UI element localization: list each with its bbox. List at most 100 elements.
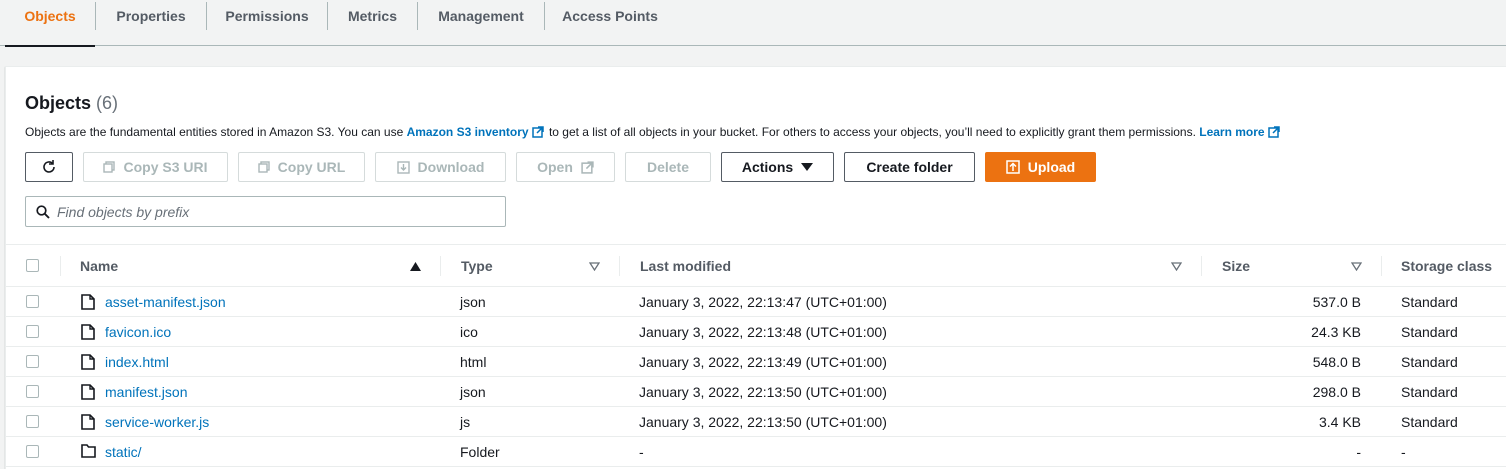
- tab-metrics[interactable]: Metrics: [328, 0, 417, 46]
- description-text-2: to get a list of all objects in your buc…: [545, 125, 1200, 139]
- table-row[interactable]: index.html html January 3, 2022, 22:13:49 …: [6, 347, 1506, 377]
- object-size: 3.4 KB: [1318, 414, 1361, 430]
- external-link-icon: [1267, 126, 1280, 138]
- object-type: Folder: [460, 444, 500, 460]
- search-box: [25, 196, 506, 227]
- object-name-link[interactable]: manifest.json: [105, 377, 187, 407]
- file-icon: [81, 324, 95, 343]
- objects-title: Objects: [25, 93, 92, 113]
- objects-panel: Objects (6) Objects are the fundamental …: [5, 66, 1506, 469]
- row-checkbox[interactable]: [26, 355, 39, 368]
- object-size: 24.3 KB: [1311, 324, 1361, 340]
- tab-properties[interactable]: Properties: [96, 0, 206, 46]
- table-row[interactable]: manifest.json json January 3, 2022, 22:13:…: [6, 377, 1506, 407]
- object-name-link[interactable]: favicon.ico: [105, 317, 171, 347]
- select-all-checkbox[interactable]: [26, 259, 39, 272]
- column-header-name[interactable]: Name: [80, 245, 118, 287]
- object-size: 537.0 B: [1312, 294, 1361, 310]
- external-link-icon: [581, 160, 594, 174]
- object-type: json: [460, 384, 486, 400]
- table-row[interactable]: static/Folder - - -: [6, 437, 1506, 467]
- object-name-link[interactable]: index.html: [105, 347, 169, 377]
- sort-ascending-icon[interactable]: [410, 245, 421, 287]
- copy-s3-uri-label: Copy S3 URI: [123, 159, 208, 175]
- refresh-button[interactable]: [25, 152, 73, 182]
- upload-label: Upload: [1027, 159, 1076, 175]
- table-header: Name Type Last modified Size Storage cla…: [6, 244, 1506, 287]
- column-divider: [440, 256, 441, 276]
- table-row[interactable]: service-worker.js js January 3, 2022, 22:1…: [6, 407, 1506, 437]
- sort-icon[interactable]: [1351, 245, 1362, 287]
- tab-objects[interactable]: Objects: [5, 0, 95, 47]
- tab-management[interactable]: Management: [418, 0, 544, 46]
- download-button[interactable]: Download: [375, 152, 506, 182]
- object-last-modified: January 3, 2022, 22:13:48 (UTC+01:00): [639, 324, 887, 340]
- object-last-modified: January 3, 2022, 22:13:50 (UTC+01:00): [639, 414, 887, 430]
- page-title: Objects (6): [25, 93, 118, 114]
- search-icon: [36, 205, 50, 219]
- table-row[interactable]: asset-manifest.json json January 3, 2022, …: [6, 287, 1506, 317]
- download-label: Download: [417, 159, 485, 175]
- actions-dropdown[interactable]: Actions: [721, 152, 834, 182]
- object-storage-class: Standard: [1401, 414, 1458, 430]
- tab-access-points[interactable]: Access Points: [545, 0, 675, 46]
- select-all-cell: [6, 245, 46, 287]
- sort-icon[interactable]: [1171, 245, 1182, 287]
- open-button[interactable]: Open: [516, 152, 615, 182]
- delete-label: Delete: [646, 159, 690, 175]
- file-icon: [81, 354, 95, 373]
- object-name-link[interactable]: service-worker.js: [105, 407, 209, 437]
- objects-description: Objects are the fundamental entities sto…: [25, 125, 1282, 139]
- refresh-icon: [43, 160, 55, 173]
- object-last-modified: January 3, 2022, 22:13:50 (UTC+01:00): [639, 384, 887, 400]
- object-name-link[interactable]: static/: [105, 437, 142, 467]
- upload-button[interactable]: Upload: [985, 152, 1096, 182]
- column-header-storage-class[interactable]: Storage class: [1401, 245, 1492, 287]
- object-type: html: [460, 354, 487, 370]
- create-folder-label: Create folder: [866, 159, 953, 175]
- file-icon: [81, 294, 95, 313]
- copy-s3-uri-button[interactable]: Copy S3 URI: [83, 152, 228, 182]
- objects-count: (6): [96, 93, 119, 113]
- object-size: 298.0 B: [1312, 384, 1361, 400]
- column-divider: [619, 256, 620, 276]
- column-header-last-modified[interactable]: Last modified: [640, 245, 731, 287]
- sort-icon[interactable]: [589, 245, 600, 287]
- s3-inventory-link[interactable]: Amazon S3 inventory: [407, 125, 529, 139]
- column-header-size[interactable]: Size: [1222, 245, 1250, 287]
- delete-button[interactable]: Delete: [625, 152, 711, 182]
- create-folder-button[interactable]: Create folder: [844, 152, 975, 182]
- object-type: json: [460, 294, 486, 310]
- tab-bar: Objects Properties Permissions Metrics M…: [0, 0, 1506, 47]
- object-storage-class: Standard: [1401, 294, 1458, 310]
- object-last-modified: -: [639, 444, 644, 460]
- object-name-link[interactable]: asset-manifest.json: [105, 287, 226, 317]
- file-icon: [81, 414, 95, 433]
- table-row[interactable]: favicon.ico ico January 3, 2022, 22:13:48 …: [6, 317, 1506, 347]
- row-checkbox[interactable]: [26, 385, 39, 398]
- learn-more-link[interactable]: Learn more: [1199, 125, 1264, 139]
- object-storage-class: Standard: [1401, 324, 1458, 340]
- copy-icon: [103, 161, 116, 173]
- copy-url-button[interactable]: Copy URL: [238, 152, 365, 182]
- object-last-modified: January 3, 2022, 22:13:47 (UTC+01:00): [639, 294, 887, 310]
- column-header-type[interactable]: Type: [461, 245, 493, 287]
- column-divider: [60, 256, 61, 276]
- object-size: -: [1356, 444, 1361, 460]
- folder-icon: [81, 444, 96, 461]
- external-link-icon: [531, 126, 544, 138]
- column-divider: [1201, 256, 1202, 276]
- column-divider: [1381, 256, 1382, 276]
- row-checkbox[interactable]: [26, 445, 39, 458]
- row-checkbox[interactable]: [26, 295, 39, 308]
- search-input[interactable]: [57, 197, 497, 226]
- object-type: ico: [460, 324, 478, 340]
- sort-ascending-glyph: [410, 261, 421, 271]
- upload-icon: [1006, 160, 1020, 174]
- description-text: Objects are the fundamental entities sto…: [25, 125, 407, 139]
- row-checkbox[interactable]: [26, 415, 39, 428]
- tab-permissions[interactable]: Permissions: [207, 0, 327, 46]
- row-checkbox[interactable]: [26, 325, 39, 338]
- download-icon: [396, 160, 410, 174]
- object-size: 548.0 B: [1312, 354, 1361, 370]
